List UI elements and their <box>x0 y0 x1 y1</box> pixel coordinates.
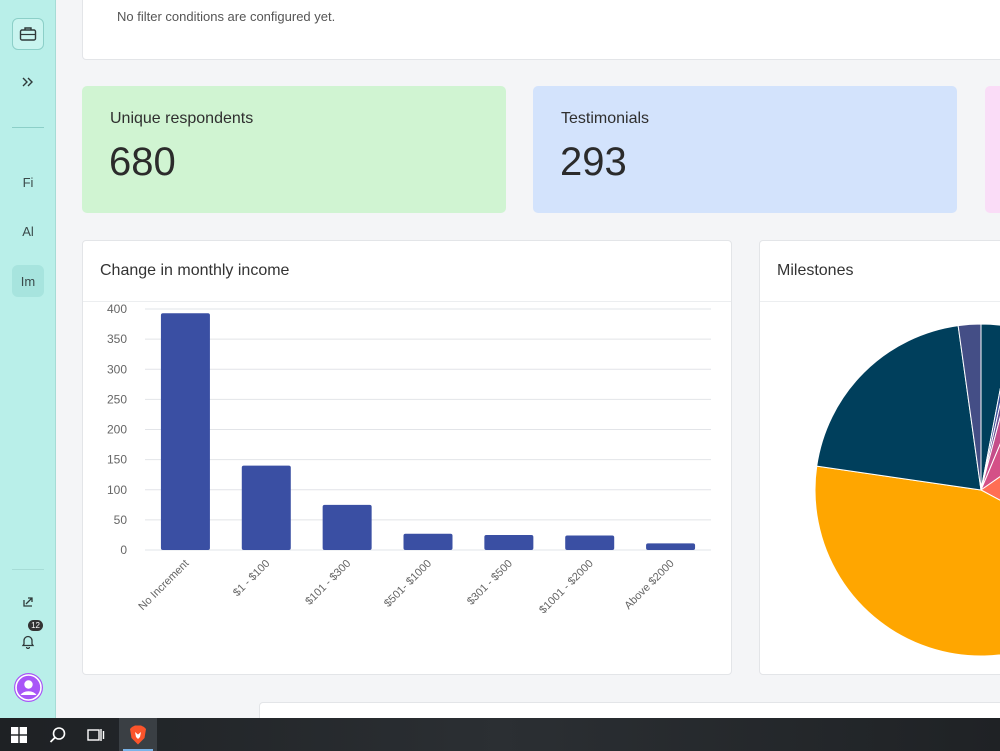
bar <box>484 534 534 550</box>
bar <box>403 533 453 550</box>
brave-browser-icon[interactable] <box>119 718 157 751</box>
sidebar: Fi Al Im 12 <box>0 0 56 718</box>
pie-slice <box>816 325 982 491</box>
y-tick-label: 350 <box>107 332 127 346</box>
filter-empty-message: No filter conditions are configured yet. <box>117 9 336 24</box>
share-icon[interactable] <box>12 586 44 618</box>
stat-card-testimonials: Testimonials 293 <box>533 86 957 213</box>
bar <box>565 535 615 550</box>
notification-count-badge: 12 <box>28 620 43 631</box>
income-bar-chart: 0 50 100 150 200 250 300 350 400 No Increment $1 -… <box>107 303 711 617</box>
stat-value: 293 <box>560 140 627 184</box>
task-view-icon[interactable] <box>77 718 115 751</box>
card-header: Milestones <box>760 241 1000 302</box>
user-avatar[interactable] <box>14 673 43 702</box>
milestones-pie-chart <box>814 323 1000 657</box>
y-tick-label: 400 <box>107 303 127 316</box>
card-title: Milestones <box>777 262 854 279</box>
card-title: Change in monthly income <box>100 262 290 279</box>
briefcase-icon[interactable] <box>12 18 44 50</box>
notifications-bell-icon[interactable]: 12 <box>12 620 44 657</box>
x-tick-label: $501- $1000 <box>382 558 434 610</box>
bar <box>241 465 291 550</box>
y-tick-label: 300 <box>107 362 127 376</box>
windows-taskbar <box>0 718 1000 751</box>
sidebar-divider <box>12 127 44 128</box>
sidebar-item-al[interactable]: Al <box>12 215 44 247</box>
sidebar-item-fi[interactable]: Fi <box>12 166 44 198</box>
x-tick-label: $301 - $500 <box>465 558 515 608</box>
stat-card-partial <box>985 86 1000 213</box>
bar <box>322 504 372 550</box>
y-tick-label: 150 <box>107 453 127 467</box>
x-tick-label: No Increment <box>136 558 191 613</box>
x-tick-label: Above $2000 <box>622 558 676 612</box>
sidebar-item-label: Al <box>22 223 34 239</box>
y-tick-label: 100 <box>107 483 127 497</box>
milestones-chart-card: Milestones <box>759 240 1000 675</box>
sidebar-item-im[interactable]: Im <box>12 265 44 297</box>
y-tick-label: 250 <box>107 392 127 406</box>
sidebar-item-label: Fi <box>22 174 34 190</box>
pie-slice <box>814 465 1000 657</box>
sidebar-item-label: Im <box>20 273 36 289</box>
stat-value: 680 <box>109 140 176 184</box>
windows-start-icon[interactable] <box>0 718 38 751</box>
stat-label: Unique respondents <box>110 110 254 127</box>
card-header: Change in monthly income <box>83 241 731 302</box>
y-tick-label: 0 <box>120 543 127 557</box>
bar <box>646 543 696 550</box>
y-tick-label: 50 <box>114 513 128 527</box>
search-icon[interactable] <box>39 718 77 751</box>
x-tick-label: $1001 - $2000 <box>537 558 596 617</box>
x-tick-label: $1 - $100 <box>231 558 272 599</box>
expand-sidebar-icon[interactable] <box>12 66 44 98</box>
income-chart-card: Change in monthly income 0 50 100 150 200 250… <box>82 240 732 675</box>
y-tick-label: 200 <box>107 423 127 437</box>
sidebar-divider-bottom <box>12 569 44 570</box>
filter-panel: No filter conditions are configured yet. <box>82 0 1000 60</box>
stat-label: Testimonials <box>561 110 650 127</box>
x-tick-label: $101 - $300 <box>303 558 353 608</box>
bar <box>160 313 210 550</box>
stat-card-unique-respondents: Unique respondents 680 <box>82 86 506 213</box>
